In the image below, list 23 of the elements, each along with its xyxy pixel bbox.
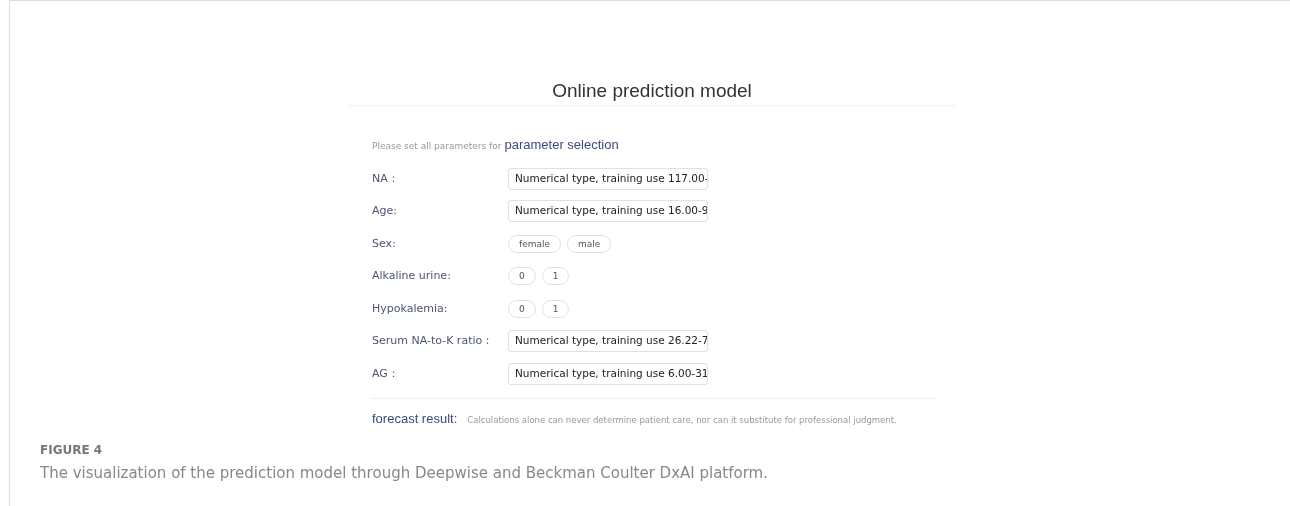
option-button[interactable]: 1 [541, 299, 570, 318]
figure-number: FIGURE 4 [40, 441, 104, 459]
input-field[interactable]: Numerical type, training use 6.00-31 [508, 362, 708, 385]
option-button[interactable]: male [567, 234, 612, 253]
field-label: AG： [372, 365, 400, 382]
section-heading: parameter selection [504, 136, 619, 154]
option-button[interactable]: female [508, 234, 562, 253]
option-button[interactable]: 0 [508, 299, 536, 318]
page-title: Online prediction model [551, 79, 753, 103]
field-label: Age: [372, 203, 398, 219]
input-field[interactable]: Numerical type, training use 26.22-7 [508, 330, 708, 353]
instruction-text: Please set all parameters for [372, 140, 502, 153]
field-label: NA： [372, 170, 400, 187]
field-label: Hypokalemia: [372, 300, 449, 317]
figure-caption: The visualization of the prediction model through Deepwise and Beckman Coulter DxAI platform. [40, 462, 769, 484]
field-label: Serum NA-to-K ratio： [372, 333, 495, 349]
field-label: Alkaline urine: [372, 268, 452, 284]
field-label: Sex: [372, 235, 397, 252]
option-button[interactable]: 0 [508, 267, 536, 286]
input-field[interactable]: Numerical type, training use 16.00-9 [508, 200, 708, 223]
result-label: forecast result: [372, 410, 458, 428]
option-button[interactable]: 1 [541, 267, 570, 286]
disclaimer-text: Calculations alone can never determine patient care, nor can it substitute for professional judgment. [467, 414, 897, 427]
